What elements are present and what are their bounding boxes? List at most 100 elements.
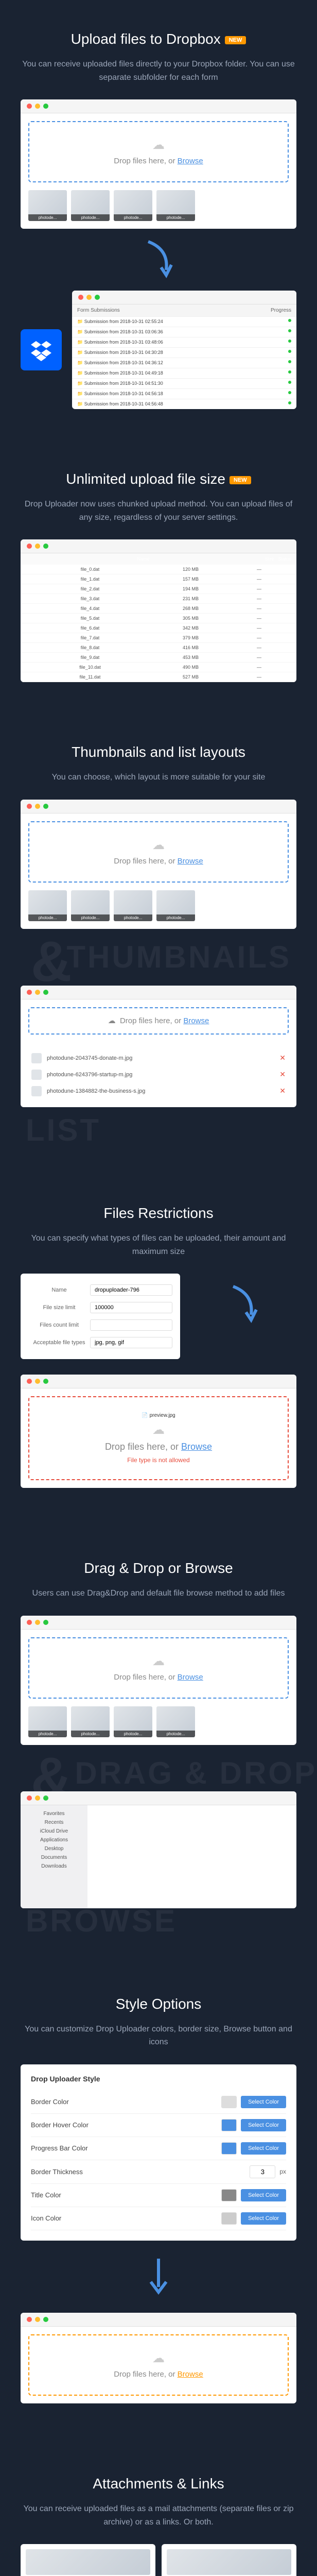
list-item: photodune-1384882-the-business-s.jpg✕ <box>28 1083 289 1099</box>
select-color-button[interactable]: Select Color <box>241 2212 286 2225</box>
size-input[interactable] <box>90 1302 172 1313</box>
thumbnail <box>71 190 110 221</box>
dropzone-mock: ☁ Drop files here, or Browse <box>21 99 296 229</box>
section-attachments: Attachments & Links You can receive uplo… <box>0 2445 317 2576</box>
sidebar-item[interactable]: Desktop <box>25 1844 83 1853</box>
thumbnail <box>156 190 195 221</box>
description: You can specify what types of files can … <box>21 1232 296 1258</box>
file-row: 📁 Submission from 2018-10-31 02:55:24 <box>72 316 296 327</box>
sidebar-item[interactable]: Applications <box>25 1836 83 1844</box>
thumbnail <box>114 1706 152 1737</box>
select-color-button[interactable]: Select Color <box>241 2189 286 2201</box>
dropzone[interactable]: ☁ Drop files here, or Browse <box>28 1007 289 1035</box>
description: You can customize Drop Uploader colors, … <box>21 2023 296 2049</box>
sidebar-item[interactable]: Recents <box>25 1818 83 1827</box>
file-row: 📁 Submission from 2018-10-31 04:56:18 <box>72 388 296 399</box>
sidebar-item[interactable]: Documents <box>25 1853 83 1862</box>
name-input[interactable] <box>90 1284 172 1296</box>
dropzone-mock: ☁ Drop files here, or Browse <box>21 1616 296 1745</box>
description: You can choose, which layout is more sui… <box>21 771 296 784</box>
table-row: file_3.dat231 MB— <box>21 594 296 604</box>
thumbnail <box>114 190 152 221</box>
section-dropbox: Upload files to DropboxNEW You can recei… <box>0 0 317 440</box>
file-row: 📁 Submission from 2018-10-31 04:30:28 <box>72 347 296 358</box>
dropzone[interactable]: ☁ Drop files here, or Browse <box>28 1637 289 1699</box>
section-dragdrop: Drag & Drop or Browse Users can use Drag… <box>0 1529 317 1965</box>
browse-link[interactable]: Browse <box>178 1673 203 1682</box>
table-row: file_0.dat120 MB— <box>21 565 296 574</box>
style-row: Progress Bar ColorSelect Color <box>31 2137 286 2160</box>
dropzone[interactable]: ☁ Drop files here, or Browse <box>28 2334 289 2396</box>
dropzone-error[interactable]: 📄 preview.jpg ☁ Drop files here, or Brow… <box>28 1396 289 1480</box>
description: Drop Uploader now uses chunked upload me… <box>21 498 296 524</box>
list-item: photodune-6243796-startup-m.jpg✕ <box>28 1066 289 1083</box>
thumbnail <box>28 1706 67 1737</box>
thumbnail <box>71 1706 110 1737</box>
table-row: file_11.dat527 MB— <box>21 672 296 682</box>
attachment-card: 📎 dropuploader-2.doc <box>162 2544 296 2576</box>
delete-icon[interactable]: ✕ <box>279 1054 286 1062</box>
count-input[interactable] <box>90 1319 172 1331</box>
cloud-icon: ☁ <box>45 1422 272 1437</box>
thumbnail <box>28 190 67 221</box>
browse-link[interactable]: Browse <box>178 157 203 165</box>
browse-link[interactable]: Browse <box>178 2370 203 2379</box>
select-color-button[interactable]: Select Color <box>241 2119 286 2131</box>
cloud-icon: ☁ <box>45 2351 272 2366</box>
thumbnail <box>156 1706 195 1737</box>
color-swatch <box>221 2212 237 2225</box>
color-swatch <box>221 2096 237 2108</box>
style-row: Icon ColorSelect Color <box>31 2207 286 2230</box>
description: You can receive uploaded files as a mail… <box>21 2502 296 2529</box>
thickness-input[interactable] <box>250 2165 275 2178</box>
delete-icon[interactable]: ✕ <box>279 1070 286 1079</box>
types-input[interactable] <box>90 1337 172 1348</box>
table-row: file_7.dat379 MB— <box>21 633 296 643</box>
table-row: file_4.dat268 MB— <box>21 604 296 614</box>
dropbox-file-list: Form SubmissionsProgress 📁 Submission fr… <box>72 291 296 409</box>
file-row: 📁 Submission from 2018-10-31 04:56:48 <box>72 399 296 409</box>
style-row: Border Thickness px <box>31 2160 286 2184</box>
table-row: file_1.dat157 MB— <box>21 574 296 584</box>
heading: Thumbnails and list layouts <box>21 744 296 760</box>
heading: Upload files to DropboxNEW <box>21 31 296 47</box>
list-item: photodune-2043745-donate-m.jpg✕ <box>28 1050 289 1066</box>
arrow-icon <box>143 239 174 280</box>
color-swatch <box>221 2119 237 2131</box>
description: You can receive uploaded files directly … <box>21 58 296 84</box>
style-row: Border Hover ColorSelect Color <box>31 2114 286 2137</box>
section-style: Style Options You can customize Drop Upl… <box>0 1965 317 2445</box>
file-row: 📁 Submission from 2018-10-31 04:51:30 <box>72 378 296 388</box>
dropzone[interactable]: ☁ Drop files here, or Browse <box>28 821 289 883</box>
section-unlimited: Unlimited upload file sizeNEW Drop Uploa… <box>0 440 317 713</box>
cloud-icon: ☁ <box>45 1654 272 1669</box>
select-color-button[interactable]: Select Color <box>241 2142 286 2155</box>
thumbnail <box>114 890 152 921</box>
sidebar-item[interactable]: Favorites <box>25 1809 83 1818</box>
heading: Style Options <box>21 1996 296 2012</box>
color-swatch <box>221 2142 237 2155</box>
browse-link[interactable]: Browse <box>183 1016 209 1025</box>
sidebar-item[interactable]: Downloads <box>25 1862 83 1871</box>
file-row: 📁 Submission from 2018-10-31 03:06:36 <box>72 327 296 337</box>
browse-link[interactable]: Browse <box>178 857 203 866</box>
form-heading: Drop Uploader Style <box>31 2075 286 2083</box>
dropzone[interactable]: ☁ Drop files here, or Browse <box>28 121 289 182</box>
delete-icon[interactable]: ✕ <box>279 1087 286 1095</box>
browse-link[interactable]: Browse <box>181 1442 212 1452</box>
heading: Files Restrictions <box>21 1205 296 1222</box>
table-row: file_10.dat490 MB— <box>21 663 296 672</box>
select-color-button[interactable]: Select Color <box>241 2096 286 2108</box>
file-row: 📁 Submission from 2018-10-31 04:36:12 <box>72 358 296 368</box>
table-row: file_8.dat416 MB— <box>21 643 296 653</box>
upload-table-mock: NameSizeStatus file_0.dat120 MB—file_1.d… <box>21 539 296 682</box>
color-swatch <box>221 2189 237 2201</box>
heading: Drag & Drop or Browse <box>21 1560 296 1577</box>
style-row: Title ColorSelect Color <box>31 2184 286 2207</box>
styled-dropzone-mock: ☁ Drop files here, or Browse <box>21 2313 296 2403</box>
thumbnails-mock: ☁ Drop files here, or Browse <box>21 800 296 929</box>
restrictions-form: Name File size limit Files count limit A… <box>21 1274 180 1359</box>
sidebar-item[interactable]: iCloud Drive <box>25 1827 83 1836</box>
style-row: Border ColorSelect Color <box>31 2091 286 2114</box>
new-badge: NEW <box>225 36 246 44</box>
